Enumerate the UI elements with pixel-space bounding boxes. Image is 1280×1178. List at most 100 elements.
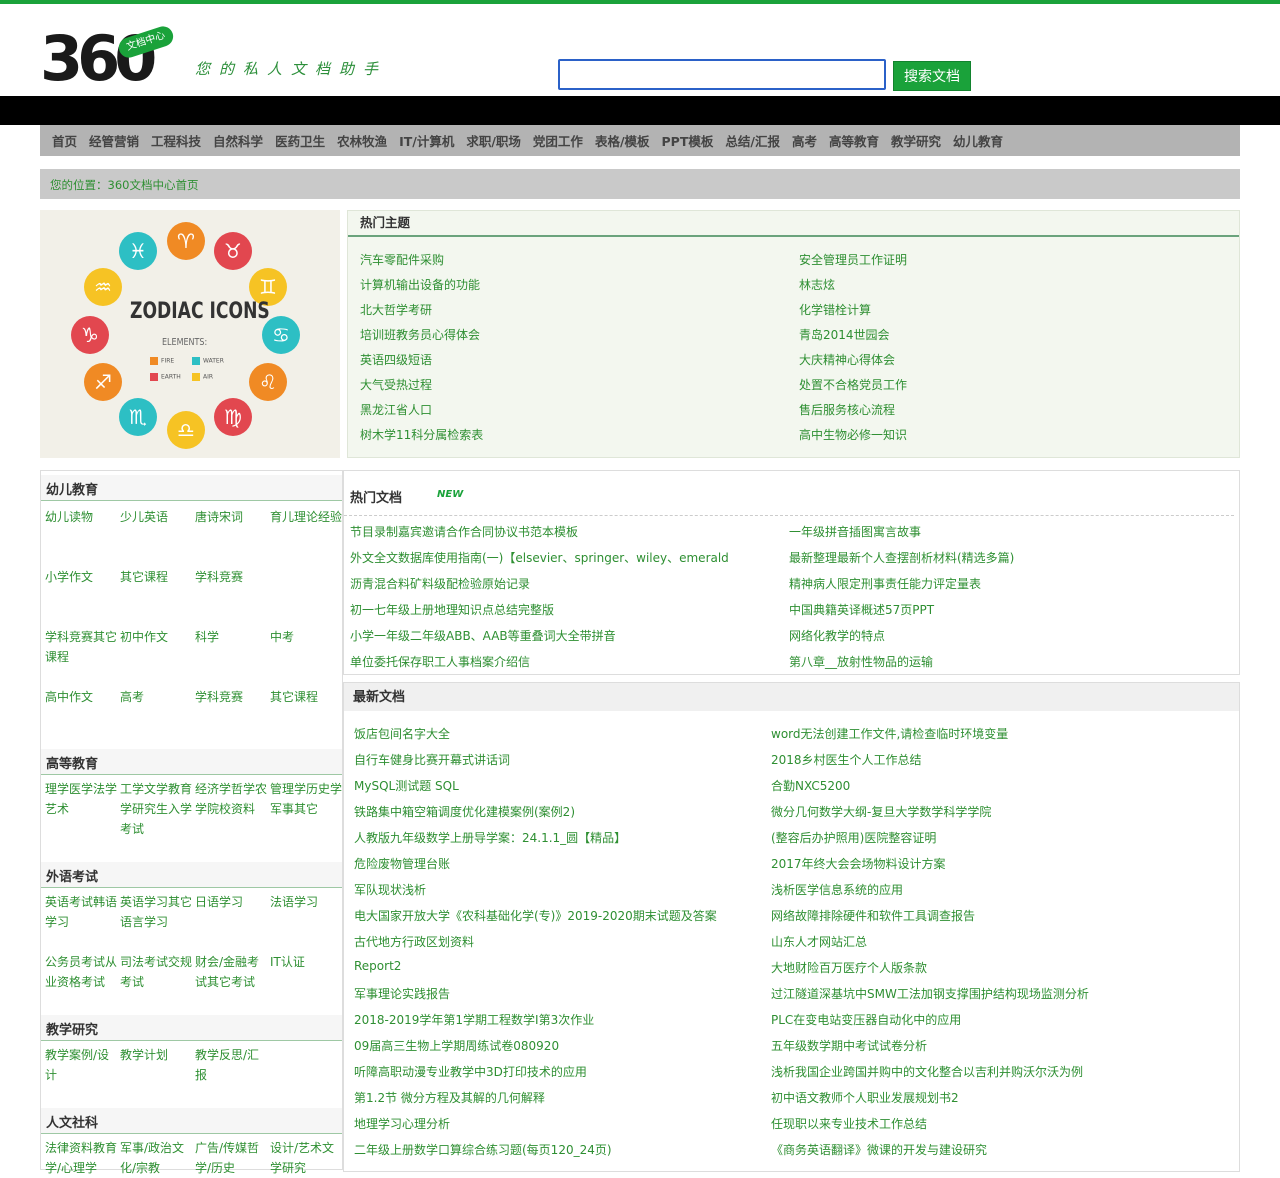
new-doc-link[interactable]: 微分几何数学大纲-复旦大学数学科学学院: [771, 803, 991, 820]
hot-doc-link[interactable]: 沥青混合料矿料级配检验原始记录: [350, 575, 530, 592]
new-doc-link[interactable]: 合勤NXC5200: [771, 777, 850, 794]
nav-item[interactable]: 高考: [792, 131, 817, 150]
hot-doc-link[interactable]: 精神病人限定刑事责任能力评定量表: [789, 575, 981, 592]
hot-topic-link[interactable]: 安全管理员工作证明: [799, 251, 907, 268]
hot-topic-link[interactable]: 北大哲学考研: [360, 301, 432, 318]
new-doc-link[interactable]: 听障高职动漫专业教学中3D打印技术的应用: [354, 1063, 587, 1080]
sidebar-category-link[interactable]: 初中作文: [120, 627, 192, 647]
sidebar-category-link[interactable]: 其它课程: [120, 567, 192, 587]
nav-item[interactable]: 医药卫生: [275, 131, 325, 150]
nav-item[interactable]: 教学研究: [891, 131, 941, 150]
sidebar-category-link[interactable]: 教学反思/汇报: [195, 1045, 267, 1085]
sidebar-category-link[interactable]: 学科竞赛其它课程: [45, 627, 117, 667]
new-doc-link[interactable]: 自行车健身比赛开幕式讲话词: [354, 751, 510, 768]
sidebar-category-link[interactable]: 工学文学教育学研究生入学考试: [120, 779, 192, 839]
hot-topic-link[interactable]: 树木学11科分属检索表: [360, 426, 483, 443]
hot-topic-link[interactable]: 黑龙江省人口: [360, 401, 432, 418]
sidebar-category-link[interactable]: 英语学习其它语言学习: [120, 892, 192, 932]
sidebar-category-link[interactable]: 中考: [270, 627, 342, 647]
sidebar-category-link[interactable]: 经济学哲学农学院校资料: [195, 779, 267, 819]
sidebar-category-link[interactable]: 法律资料教育学/心理学: [45, 1138, 117, 1178]
new-doc-link[interactable]: 初中语文教师个人职业发展规划书2: [771, 1089, 959, 1106]
nav-item[interactable]: 表格/模板: [595, 131, 650, 150]
hot-topic-link[interactable]: 青岛2014世园会: [799, 326, 890, 343]
new-doc-link[interactable]: 第1.2节 微分方程及其解的几何解释: [354, 1089, 545, 1106]
sidebar-category-link[interactable]: 其它课程: [270, 687, 342, 707]
nav-item[interactable]: 高等教育: [829, 131, 879, 150]
nav-item[interactable]: 求职/职场: [466, 131, 521, 150]
nav-item[interactable]: IT/计算机: [399, 131, 454, 150]
hot-doc-link[interactable]: 节目录制嘉宾邀请合作合同协议书范本模板: [350, 523, 578, 540]
new-doc-link[interactable]: 铁路集中箱空箱调度优化建模案例(案例2): [354, 803, 575, 820]
sidebar-category-link[interactable]: 日语学习: [195, 892, 267, 912]
sidebar-category-link[interactable]: 小学作文: [45, 567, 117, 587]
new-doc-link[interactable]: MySQL测试题 SQL: [354, 777, 459, 794]
hot-doc-link[interactable]: 网络化教学的特点: [789, 627, 885, 644]
hot-doc-link[interactable]: 小学一年级二年级ABB、AAB等重叠词大全带拼音: [350, 627, 616, 644]
site-logo[interactable]: 360 文档中心: [40, 23, 190, 94]
hot-topic-link[interactable]: 大气受热过程: [360, 376, 432, 393]
nav-item[interactable]: 工程科技: [151, 131, 201, 150]
sidebar-category-link[interactable]: 英语考试韩语学习: [45, 892, 117, 932]
sidebar-category-link[interactable]: 幼儿读物: [45, 507, 117, 527]
sidebar-category-link[interactable]: 科学: [195, 627, 267, 647]
new-doc-link[interactable]: 2018乡村医生个人工作总结: [771, 751, 922, 768]
hot-doc-link[interactable]: 初一七年级上册地理知识点总结完整版: [350, 601, 554, 618]
new-doc-link[interactable]: 任现职以来专业技术工作总结: [771, 1115, 927, 1132]
sidebar-category-link[interactable]: 育儿理论经验: [270, 507, 342, 527]
new-doc-link[interactable]: 电大国家开放大学《农科基础化学(专)》2019-2020期末试题及答案: [354, 907, 717, 924]
new-doc-link[interactable]: 2018-2019学年第1学期工程数学I第3次作业: [354, 1011, 594, 1028]
sidebar-category-link[interactable]: 法语学习: [270, 892, 342, 912]
sidebar-category-link[interactable]: 教学案例/设计: [45, 1045, 117, 1085]
hot-topic-link[interactable]: 林志炫: [799, 276, 835, 293]
new-doc-link[interactable]: 军事理论实践报告: [354, 985, 450, 1002]
hot-doc-link[interactable]: 最新整理最新个人查摆剖析材料(精选多篇): [789, 549, 1014, 566]
hot-topic-link[interactable]: 英语四级短语: [360, 351, 432, 368]
sidebar-category-link[interactable]: 教学计划: [120, 1045, 192, 1065]
hot-doc-link[interactable]: 第八章__放射性物品的运输: [789, 653, 933, 670]
hot-topic-link[interactable]: 处置不合格党员工作: [799, 376, 907, 393]
new-doc-link[interactable]: 古代地方行政区划资料: [354, 933, 474, 950]
hot-topic-link[interactable]: 售后服务核心流程: [799, 401, 895, 418]
new-doc-link[interactable]: 浅析医学信息系统的应用: [771, 881, 903, 898]
new-doc-link[interactable]: word无法创建工作文件,请检查临时环境变量: [771, 725, 1008, 742]
hot-doc-link[interactable]: 单位委托保存职工人事档案介绍信: [350, 653, 530, 670]
sidebar-category-link[interactable]: 学科竞赛: [195, 687, 267, 707]
nav-item[interactable]: 幼儿教育: [953, 131, 1003, 150]
hot-topic-link[interactable]: 化学错栓计算: [799, 301, 871, 318]
nav-item[interactable]: 自然科学: [213, 131, 263, 150]
sidebar-category-link[interactable]: 财会/金融考试其它考试: [195, 952, 267, 992]
sidebar-category-link[interactable]: 高中作文: [45, 687, 117, 707]
new-doc-link[interactable]: 大地财险百万医疗个人版条款: [771, 959, 927, 976]
new-doc-link[interactable]: PLC在变电站变压器自动化中的应用: [771, 1011, 961, 1028]
new-doc-link[interactable]: Report2: [354, 959, 401, 973]
hot-doc-link[interactable]: 一年级拼音插图寓言故事: [789, 523, 921, 540]
nav-item[interactable]: 经管营销: [89, 131, 139, 150]
new-doc-link[interactable]: 浅析我国企业跨国并购中的文化整合以吉利并购沃尔沃为例: [771, 1063, 1083, 1080]
new-doc-link[interactable]: 09届高三生物上学期周练试卷080920: [354, 1037, 559, 1054]
hot-topic-link[interactable]: 汽车零配件采购: [360, 251, 444, 268]
hot-topic-link[interactable]: 培训班教务员心得体会: [360, 326, 480, 343]
nav-item[interactable]: 党团工作: [533, 131, 583, 150]
zodiac-banner-image[interactable]: ♈ ♉ ♊ ♋ ♌ ♍ ♎ ♏ ♐ ♑ ♒ ♓ ZODIAC ICONS ELE…: [40, 210, 340, 458]
sidebar-category-link[interactable]: 公务员考试从业资格考试: [45, 952, 117, 992]
sidebar-category-link[interactable]: 理学医学法学艺术: [45, 779, 117, 819]
hot-doc-link[interactable]: 外文全文数据库使用指南(一)【elsevier、springer、wiley、e…: [350, 549, 729, 566]
nav-item[interactable]: 首页: [52, 131, 77, 150]
new-doc-link[interactable]: 饭店包间名字大全: [354, 725, 450, 742]
nav-item[interactable]: PPT模板: [662, 131, 714, 150]
new-doc-link[interactable]: 二年级上册数学口算综合练习题(每页120_24页): [354, 1141, 612, 1158]
sidebar-category-link[interactable]: 唐诗宋词: [195, 507, 267, 527]
new-doc-link[interactable]: 军队现状浅析: [354, 881, 426, 898]
sidebar-category-link[interactable]: 少儿英语: [120, 507, 192, 527]
new-doc-link[interactable]: 过江隧道深基坑中SMW工法加钢支撑围护结构现场监测分析: [771, 985, 1089, 1002]
search-input[interactable]: [558, 59, 886, 90]
sidebar-category-link[interactable]: 管理学历史学军事其它: [270, 779, 342, 819]
sidebar-category-link[interactable]: 司法考试交规考试: [120, 952, 192, 992]
sidebar-category-link[interactable]: 广告/传媒哲学/历史: [195, 1138, 267, 1178]
sidebar-category-link[interactable]: 设计/艺术文学研究: [270, 1138, 342, 1178]
nav-item[interactable]: 总结/汇报: [725, 131, 780, 150]
sidebar-category-link[interactable]: 高考: [120, 687, 192, 707]
new-doc-link[interactable]: 人教版九年级数学上册导学案：24.1.1_圆【精品】: [354, 829, 626, 846]
hot-topic-link[interactable]: 大庆精神心得体会: [799, 351, 895, 368]
